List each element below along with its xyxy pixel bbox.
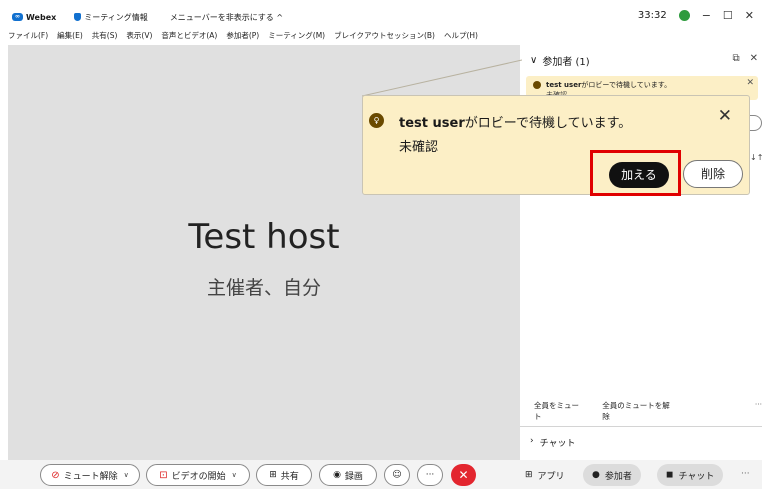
close-panel-icon[interactable]: ✕: [750, 53, 758, 64]
chat-label: チャット: [678, 471, 715, 482]
share-button[interactable]: ⊞ 共有: [256, 464, 312, 486]
menu-audio-video[interactable]: 音声とビデオ(A): [161, 30, 217, 44]
lobby-status: 未確認: [399, 140, 439, 155]
meeting-info-label: ミーティング情報: [84, 12, 148, 22]
record-button[interactable]: ◉ 録画: [319, 464, 377, 486]
participants-panel-header[interactable]: ∨ 参加者 (1): [530, 53, 590, 68]
title-bar: ∞ Webex ミーティング情報 メニューバーを非表示にする ^ 33:32 −…: [0, 6, 762, 28]
end-meeting-button[interactable]: ✕: [451, 464, 476, 486]
lobby-message: test userがロビーで待機しています。: [399, 112, 631, 131]
sort-icon[interactable]: ↓↑: [750, 153, 762, 162]
chat-panel-header[interactable]: › チャット: [530, 436, 576, 449]
mic-muted-icon: ⊘: [51, 469, 60, 481]
meeting-toolbar: ⊘ ミュート解除 ∨ ⊡ ビデオの開始 ∨ ⊞ 共有 ◉ 録画 ☺ ··· ✕ …: [0, 460, 762, 489]
share-icon: ⊞: [269, 470, 277, 480]
mute-all-button[interactable]: 全員をミュート: [534, 400, 586, 422]
chat-button[interactable]: ◼ チャット: [657, 464, 724, 486]
connection-signal-icon[interactable]: [678, 10, 690, 21]
webex-window: ∞ Webex ミーティング情報 メニューバーを非表示にする ^ 33:32 −…: [0, 0, 762, 489]
lobby-message-text: がロビーで待機しています。: [464, 116, 632, 131]
chevron-down-icon[interactable]: ∨: [124, 471, 129, 479]
menu-meeting[interactable]: ミーティング(M): [268, 30, 325, 44]
more-icon: ···: [425, 470, 435, 480]
admit-highlight-box: [590, 150, 681, 196]
restore-button[interactable]: ☐: [723, 9, 733, 22]
divider: [520, 426, 762, 427]
participants-label: 参加者: [604, 471, 632, 482]
mute-controls: 全員をミュート 全員のミュートを解除 ···: [534, 400, 762, 422]
toolbar-overflow-button[interactable]: ···: [741, 469, 750, 479]
menu-edit[interactable]: 編集(E): [57, 30, 83, 44]
record-icon: ◉: [333, 470, 341, 480]
shield-icon: [74, 13, 82, 21]
host-role: 主催者、自分: [206, 277, 321, 299]
apps-button[interactable]: ⊞ アプリ: [516, 464, 574, 486]
host-name: Test host: [188, 217, 340, 257]
remove-button[interactable]: 削除: [683, 160, 743, 188]
callout-connector: [362, 59, 522, 97]
lobby-notification-popup: ♀ test userがロビーで待機しています。 未確認 ✕ 加える 削除: [362, 95, 750, 195]
unmute-button[interactable]: ⊘ ミュート解除 ∨: [40, 464, 140, 486]
menu-bar: ファイル(F) 編集(E) 共有(S) 表示(V) 音声とビデオ(A) 参加者(…: [8, 30, 478, 44]
start-video-label: ビデオの開始: [171, 471, 226, 482]
panel-header-icons: ⧉ ✕: [732, 53, 758, 64]
unmute-label: ミュート解除: [63, 471, 118, 482]
reactions-button[interactable]: ☺: [384, 464, 410, 486]
popout-icon[interactable]: ⧉: [732, 53, 739, 64]
menu-participants[interactable]: 参加者(P): [226, 30, 259, 44]
lobby-icon: ♀: [369, 113, 384, 128]
menu-file[interactable]: ファイル(F): [8, 30, 48, 44]
apps-icon: ⊞: [525, 470, 533, 480]
minimize-button[interactable]: −: [702, 9, 711, 22]
hide-menubar-button[interactable]: メニューバーを非表示にする ^: [170, 12, 283, 23]
inline-close-icon[interactable]: ✕: [746, 78, 754, 88]
chevron-up-icon: ^: [276, 12, 284, 22]
chat-icon: ◼: [666, 470, 674, 480]
chevron-down-icon: ∨: [530, 55, 538, 66]
apps-label: アプリ: [537, 471, 565, 482]
search-field-edge[interactable]: [750, 115, 762, 131]
participants-icon: ●: [592, 470, 600, 480]
popup-close-button[interactable]: ✕: [718, 106, 732, 126]
more-options-button[interactable]: ···: [417, 464, 443, 486]
menu-breakout[interactable]: ブレイクアウトセッション(B): [334, 30, 435, 44]
chevron-down-icon[interactable]: ∨: [232, 471, 237, 479]
title-bar-right: 33:32 − ☐ ✕: [638, 9, 754, 22]
webex-logo-icon: ∞: [12, 13, 23, 21]
unmute-all-button[interactable]: 全員のミュートを解除: [602, 400, 677, 422]
meeting-timer: 33:32: [637, 10, 667, 21]
app-name: Webex: [26, 12, 57, 22]
inline-lobby-message: がロビーで待機しています。: [581, 81, 672, 89]
panel-more-button[interactable]: ···: [755, 400, 762, 422]
menu-help[interactable]: ヘルプ(H): [444, 30, 478, 44]
menu-view[interactable]: 表示(V): [126, 30, 152, 44]
app-logo: ∞ Webex: [12, 13, 56, 22]
chat-panel-title: チャット: [539, 439, 576, 449]
share-label: 共有: [280, 471, 299, 482]
close-window-button[interactable]: ✕: [745, 9, 754, 22]
menu-share[interactable]: 共有(S): [92, 30, 118, 44]
record-label: 録画: [344, 471, 363, 482]
meeting-info-button[interactable]: ミーティング情報: [74, 12, 148, 23]
inline-lobby-user: test user: [546, 81, 582, 89]
smiley-icon: ☺: [392, 470, 402, 480]
hide-menubar-label: メニューバーを非表示にする: [169, 12, 274, 22]
start-video-button[interactable]: ⊡ ビデオの開始 ∨: [146, 464, 250, 486]
lobby-icon: [533, 81, 541, 89]
participants-button[interactable]: ● 参加者: [583, 464, 641, 486]
participants-panel-title: 参加者 (1): [542, 57, 590, 68]
lobby-user: test user: [399, 116, 465, 131]
chevron-right-icon: ›: [530, 436, 534, 446]
video-off-icon: ⊡: [159, 469, 168, 481]
